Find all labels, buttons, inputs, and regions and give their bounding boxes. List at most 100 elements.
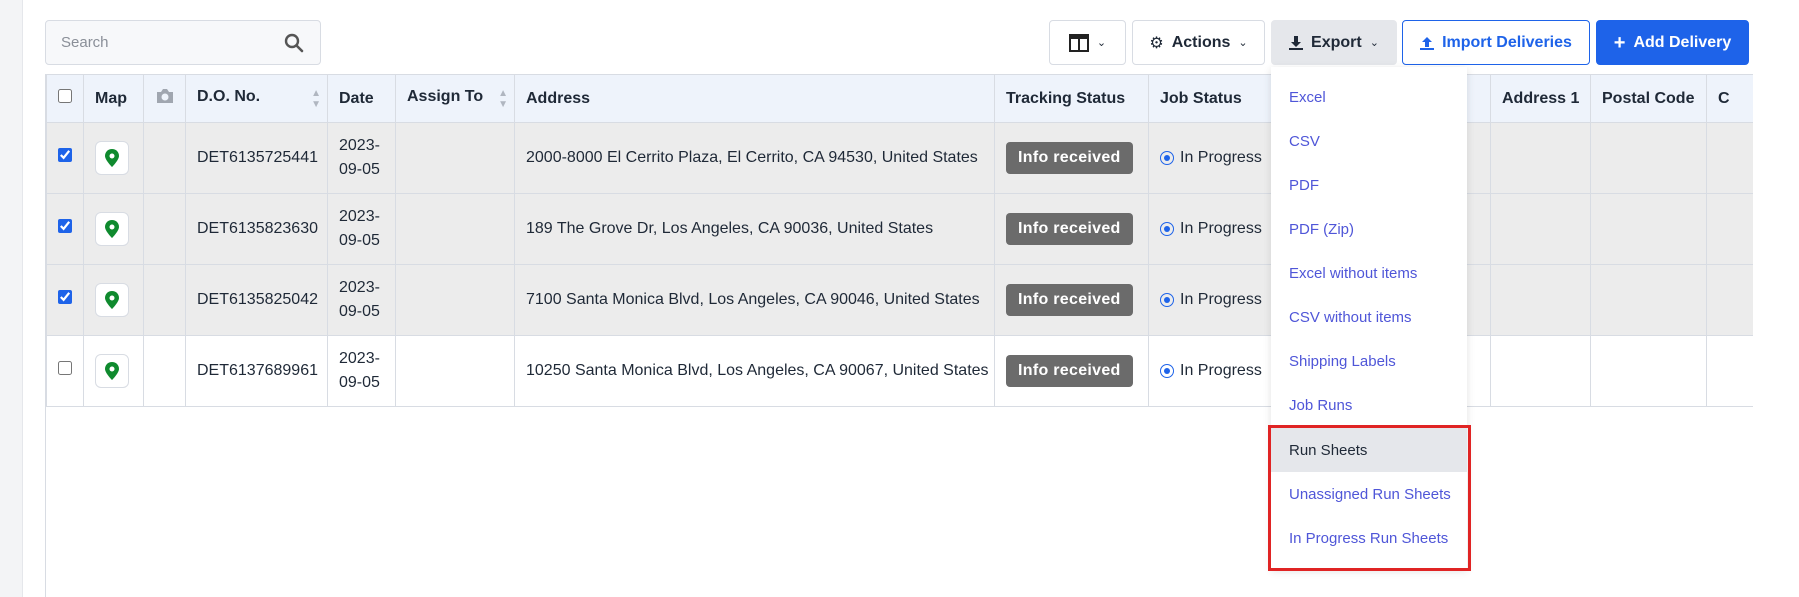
header-postal-code[interactable]: Postal Code <box>1590 74 1707 123</box>
export-menu-item-unassigned-run-sheets[interactable]: Unassigned Run Sheets <box>1271 472 1467 516</box>
date-cell: 2023-09-05 <box>327 122 396 194</box>
job-status-text: In Progress <box>1180 220 1262 237</box>
row-checkbox[interactable] <box>58 290 72 304</box>
tracking-status-cell: Info received <box>994 193 1149 265</box>
map-button[interactable] <box>95 354 129 388</box>
map-pin-icon <box>105 220 119 238</box>
add-delivery-button[interactable]: + Add Delivery <box>1596 20 1749 65</box>
export-menu-item-pdf-zip[interactable]: PDF (Zip) <box>1271 207 1467 251</box>
photo-cell <box>143 193 186 265</box>
photo-cell <box>143 264 186 336</box>
row-checkbox[interactable] <box>58 361 72 375</box>
map-button[interactable] <box>95 141 129 175</box>
chevron-down-icon: ⌄ <box>1369 37 1379 49</box>
address-cell: 10250 Santa Monica Blvd, Los Angeles, CA… <box>514 335 995 407</box>
gear-icon: ⚙ <box>1149 34 1164 52</box>
export-button[interactable]: Export ⌄ <box>1271 20 1397 65</box>
export-menu-item-run-sheets[interactable]: Run Sheets <box>1271 428 1467 472</box>
date-cell: 2023-09-05 <box>327 264 396 336</box>
table-row[interactable]: DET6137689961 2023-09-05 10250 Santa Mon… <box>46 335 1753 407</box>
assign-to-cell <box>395 193 515 265</box>
sort-icon[interactable]: ▲ ▼ <box>311 88 321 110</box>
search-box <box>45 20 321 65</box>
header-map[interactable]: Map <box>83 74 144 123</box>
status-dot-icon <box>1160 151 1174 165</box>
do-no-cell[interactable]: DET6135725441 <box>185 122 328 194</box>
postal-code-cell <box>1590 122 1707 194</box>
actions-button[interactable]: ⚙ Actions ⌄ <box>1132 20 1265 65</box>
status-badge: Info received <box>1006 355 1133 387</box>
address-cell: 189 The Grove Dr, Los Angeles, CA 90036,… <box>514 193 995 265</box>
date-cell: 2023-09-05 <box>327 193 396 265</box>
tracking-status-cell: Info received <box>994 122 1149 194</box>
header-photo <box>143 74 186 123</box>
job-status-text: In Progress <box>1180 291 1262 308</box>
header-address[interactable]: Address <box>514 74 995 123</box>
add-label: Add Delivery <box>1633 33 1732 51</box>
chevron-down-icon: ⌄ <box>1096 37 1107 49</box>
row-select-cell <box>46 193 84 265</box>
import-deliveries-button[interactable]: Import Deliveries <box>1402 20 1590 65</box>
search-input[interactable] <box>46 21 276 64</box>
address-1-cell <box>1490 122 1591 194</box>
address-1-cell <box>1490 264 1591 336</box>
table-row[interactable]: DET6135725441 2023-09-05 2000-8000 El Ce… <box>46 122 1753 194</box>
download-icon <box>1289 35 1304 50</box>
row-select-cell <box>46 122 84 194</box>
map-button[interactable] <box>95 283 129 317</box>
header-tracking-status[interactable]: Tracking Status <box>994 74 1149 123</box>
export-menu-item-csv[interactable]: CSV <box>1271 119 1467 163</box>
status-badge: Info received <box>1006 213 1133 245</box>
table-row[interactable]: DET6135823630 2023-09-05 189 The Grove D… <box>46 193 1753 265</box>
sort-icon[interactable]: ▲ ▼ <box>498 88 508 110</box>
columns-button[interactable]: ⌄ <box>1049 20 1126 65</box>
address-1-cell <box>1490 335 1591 407</box>
import-label: Import Deliveries <box>1442 33 1572 51</box>
do-no-cell[interactable]: DET6135823630 <box>185 193 328 265</box>
do-no-cell[interactable]: DET6137689961 <box>185 335 328 407</box>
export-menu-item-in-progress-run-sheets[interactable]: In Progress Run Sheets <box>1271 516 1467 560</box>
do-no-cell[interactable]: DET6135825042 <box>185 264 328 336</box>
header-address-1[interactable]: Address 1 <box>1490 74 1591 123</box>
map-pin-icon <box>105 362 119 380</box>
map-pin-icon <box>105 291 119 309</box>
table-row[interactable]: DET6135825042 2023-09-05 7100 Santa Moni… <box>46 264 1753 336</box>
export-label: Export <box>1311 33 1362 51</box>
select-all-checkbox[interactable] <box>58 89 72 103</box>
export-dropdown-menu: Excel CSV PDF PDF (Zip) Excel without it… <box>1271 67 1467 569</box>
tracking-status-cell: Info received <box>994 264 1149 336</box>
header-do-no[interactable]: D.O. No. ▲ ▼ <box>185 74 328 123</box>
date-cell: 2023-09-05 <box>327 335 396 407</box>
c-cell <box>1706 264 1753 336</box>
header-date[interactable]: Date <box>327 74 396 123</box>
postal-code-cell <box>1590 264 1707 336</box>
photo-cell <box>143 335 186 407</box>
c-cell <box>1706 122 1753 194</box>
map-button[interactable] <box>95 212 129 246</box>
map-cell <box>83 264 144 336</box>
table-header: Map D.O. No. ▲ ▼ Date Assign To ▲ ▼ Address … <box>46 74 1753 123</box>
upload-icon <box>1420 36 1435 50</box>
photo-cell <box>143 122 186 194</box>
export-menu-item-job-runs[interactable]: Job Runs <box>1271 383 1467 427</box>
status-dot-icon <box>1160 364 1174 378</box>
postal-code-cell <box>1590 335 1707 407</box>
header-assign-to[interactable]: Assign To ▲ ▼ <box>395 74 515 123</box>
export-menu-item-excel-without-items[interactable]: Excel without items <box>1271 251 1467 295</box>
address-cell: 2000-8000 El Cerrito Plaza, El Cerrito, … <box>514 122 995 194</box>
row-checkbox[interactable] <box>58 219 72 233</box>
c-cell <box>1706 335 1753 407</box>
header-c[interactable]: C <box>1706 74 1753 123</box>
row-select-cell <box>46 335 84 407</box>
assign-to-cell <box>395 335 515 407</box>
status-dot-icon <box>1160 293 1174 307</box>
export-menu-item-pdf[interactable]: PDF <box>1271 163 1467 207</box>
columns-icon <box>1068 33 1089 52</box>
map-cell <box>83 122 144 194</box>
job-status-text: In Progress <box>1180 149 1262 166</box>
export-menu-item-excel[interactable]: Excel <box>1271 75 1467 119</box>
export-menu-item-shipping-labels[interactable]: Shipping Labels <box>1271 339 1467 383</box>
search-icon[interactable] <box>284 33 304 53</box>
row-checkbox[interactable] <box>58 148 72 162</box>
export-menu-item-csv-without-items[interactable]: CSV without items <box>1271 295 1467 339</box>
